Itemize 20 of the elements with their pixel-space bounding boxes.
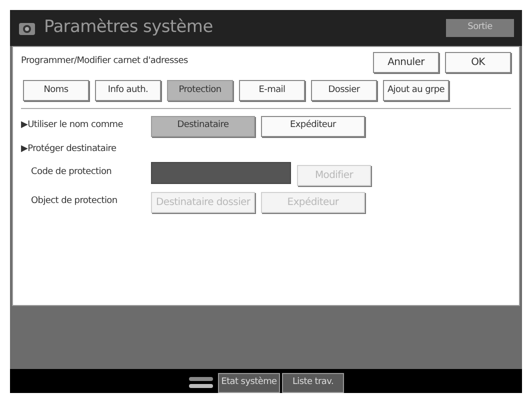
option-button[interactable]: Destinataire xyxy=(151,116,255,136)
section-label: ▶Utiliser le nom comme xyxy=(21,119,124,132)
ok-button[interactable]: OK xyxy=(445,52,511,72)
section-label: ▶Protéger destinataire xyxy=(21,143,118,156)
tab[interactable]: Info auth. xyxy=(95,80,161,101)
tab[interactable]: Protection xyxy=(167,80,233,101)
field-label: Object de protection xyxy=(30,195,118,208)
tab[interactable]: Dossier xyxy=(311,80,377,101)
window-title: Paramètres système xyxy=(44,16,213,40)
tab[interactable]: E-mail xyxy=(239,80,305,101)
status-indicator-icon xyxy=(188,376,214,390)
panel-title: Programmer/Modifier carnet d'adresses xyxy=(21,55,189,68)
option-button[interactable]: Expéditeur xyxy=(261,116,365,136)
tab[interactable]: Noms xyxy=(23,80,89,101)
cancel-button[interactable]: Annuler xyxy=(373,52,439,72)
footer-button[interactable]: Liste trav. xyxy=(282,373,344,393)
field-label: Code de protection xyxy=(30,166,113,180)
footer-button[interactable]: Etat système xyxy=(218,373,280,393)
tab[interactable]: Ajout au grpe xyxy=(383,80,449,101)
protection-code-field[interactable] xyxy=(151,162,291,184)
